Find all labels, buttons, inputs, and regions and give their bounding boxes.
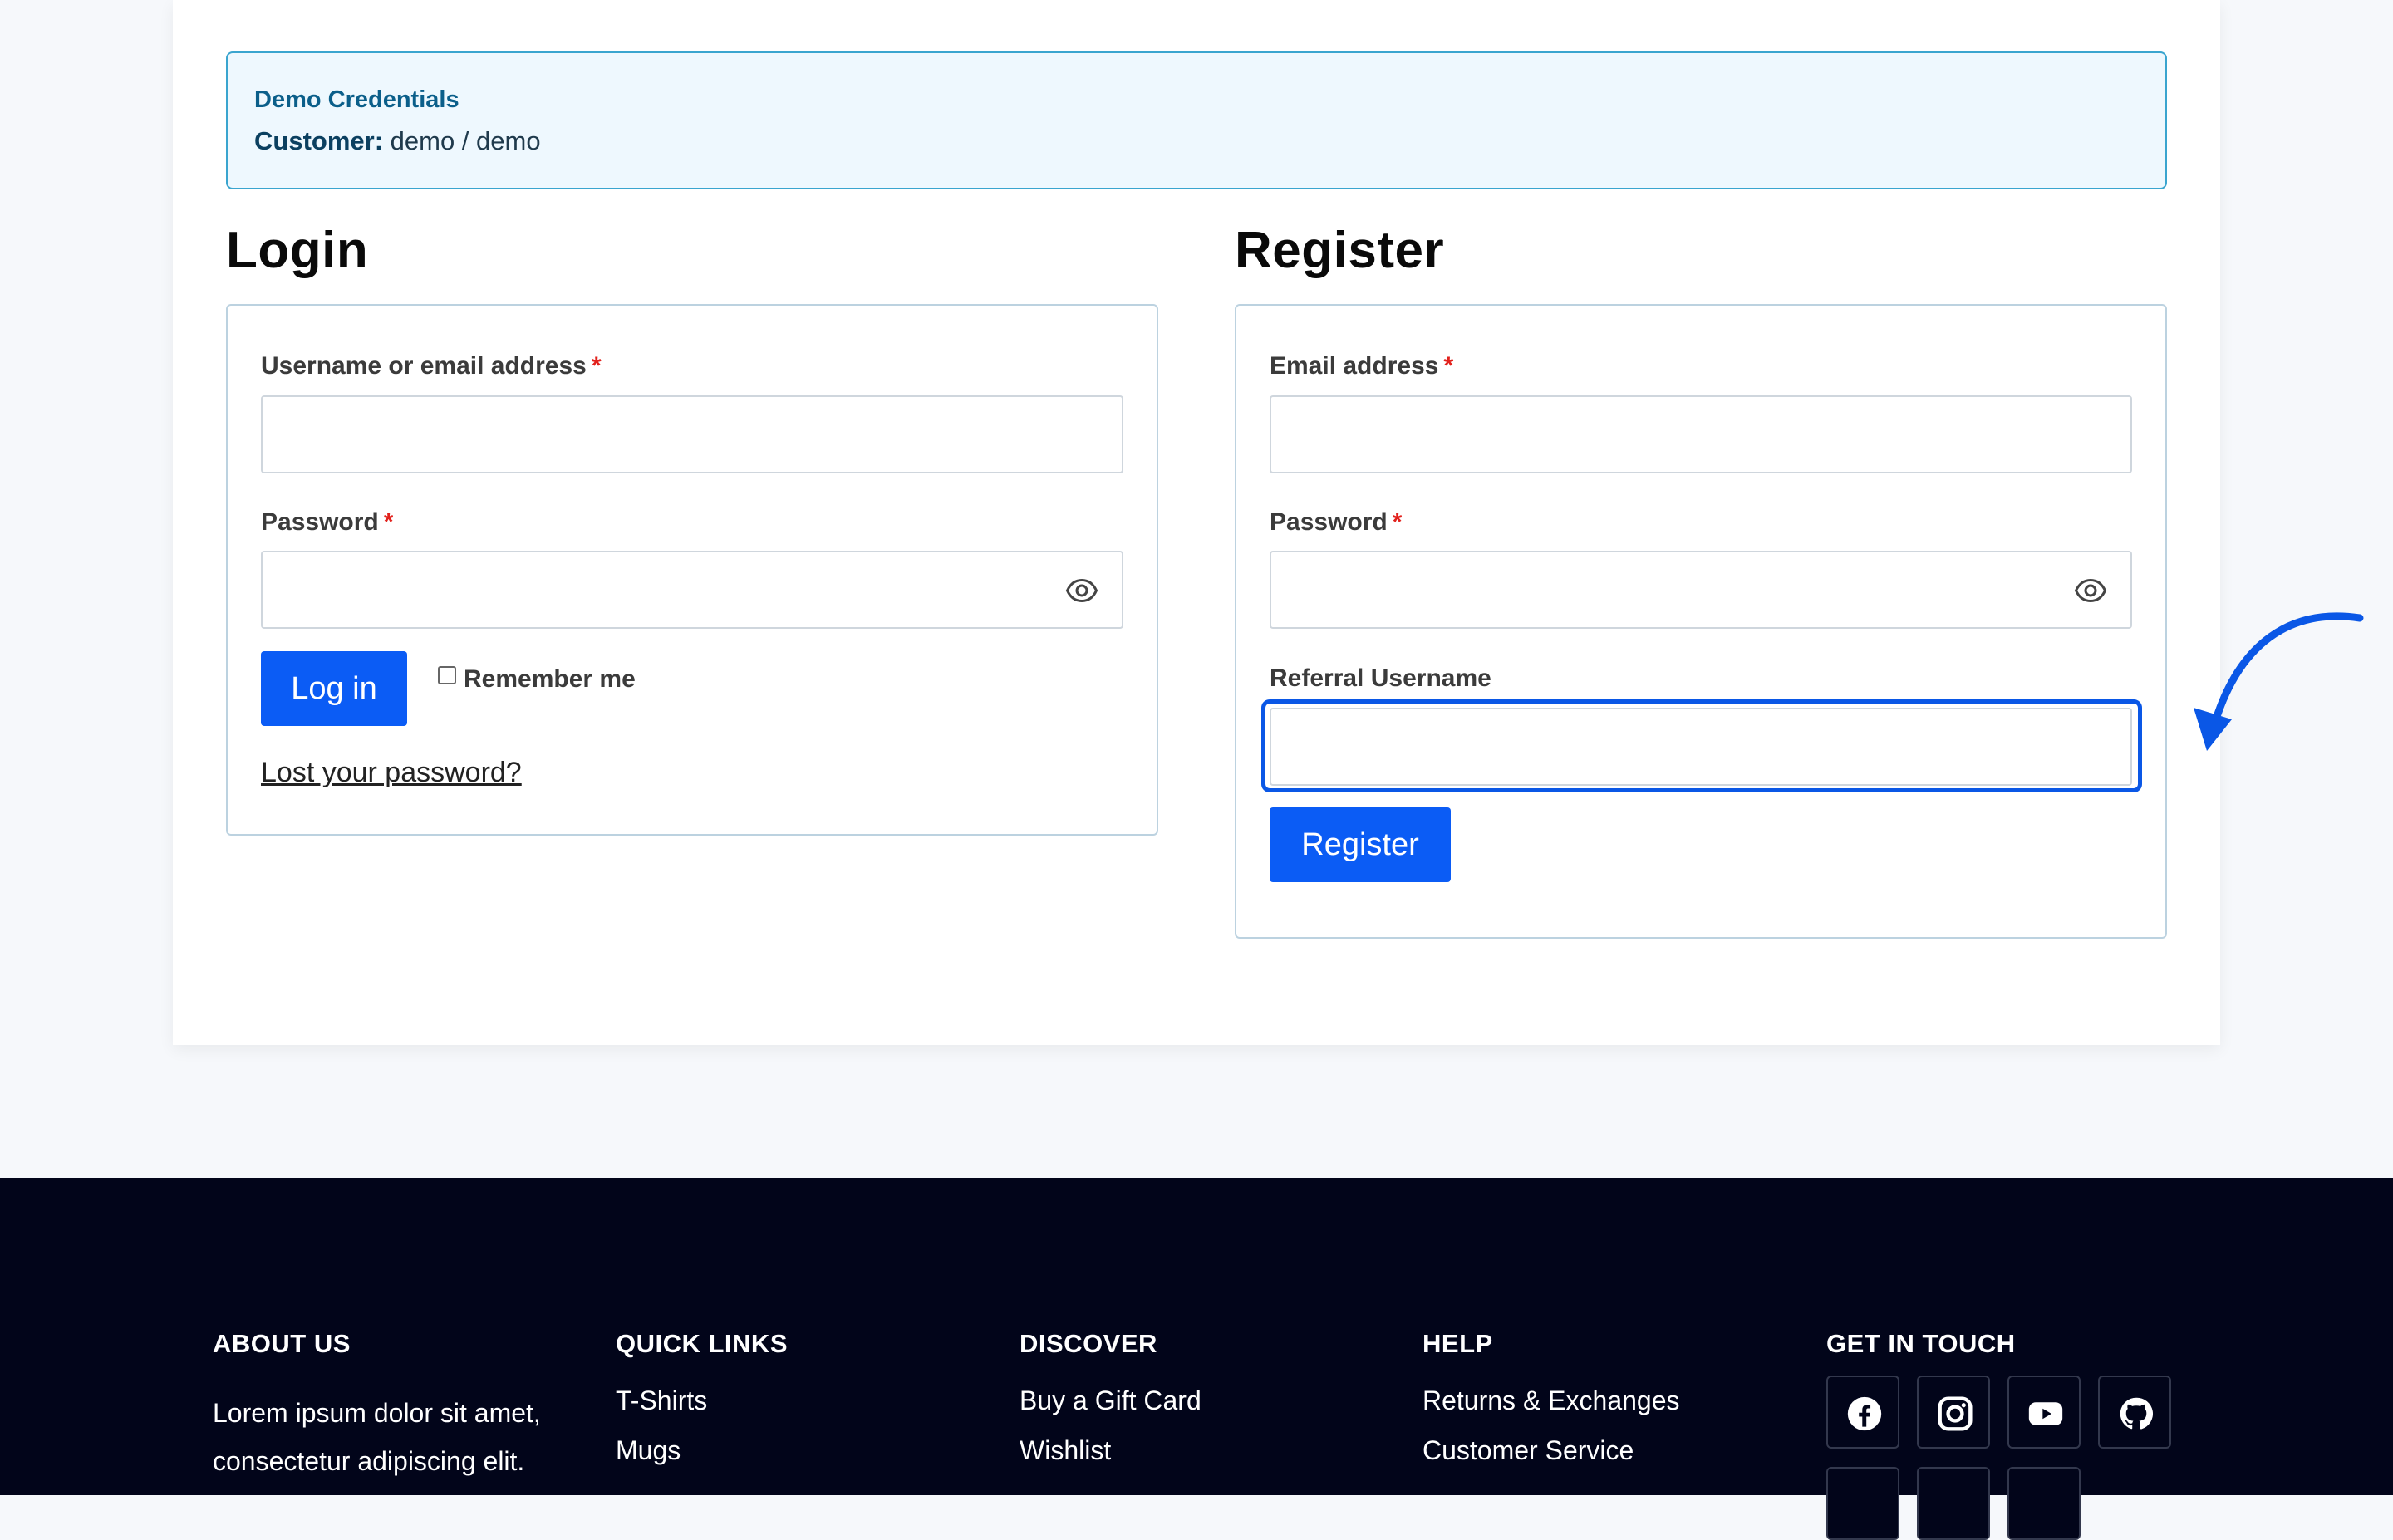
notice-title: Demo Credentials xyxy=(254,86,459,113)
referral-field-highlight xyxy=(1261,699,2142,792)
register-title: Register xyxy=(1235,222,1445,279)
email-label: Email address * xyxy=(1270,350,1453,383)
remember-me-label[interactable]: Remember me xyxy=(464,663,636,696)
github-icon[interactable] xyxy=(2098,1376,2171,1449)
footer-link-wishlist[interactable]: Wishlist xyxy=(1020,1432,1111,1469)
footer-contact-heading: GET IN TOUCH xyxy=(1826,1329,2016,1358)
notice-customer-label: Customer: xyxy=(254,126,384,155)
facebook-icon[interactable] xyxy=(1826,1376,1899,1449)
notice-customer-value: demo / demo xyxy=(390,126,541,155)
login-password-label-text: Password xyxy=(261,508,379,536)
notice-customer-line: Customer: demo / demo xyxy=(254,121,2139,161)
footer-link-t-shirts[interactable]: T-Shirts xyxy=(616,1382,707,1419)
footer-quick-links-heading: QUICK LINKS xyxy=(616,1329,788,1358)
footer-discover-heading: DISCOVER xyxy=(1020,1329,1157,1358)
show-password-icon[interactable] xyxy=(2074,574,2107,607)
required-mark: * xyxy=(1443,352,1454,380)
social-tile-partial[interactable] xyxy=(1917,1467,1990,1540)
social-tile-partial[interactable] xyxy=(1826,1467,1899,1540)
register-password-label-text: Password xyxy=(1270,508,1388,536)
footer-link-returns[interactable]: Returns & Exchanges xyxy=(1423,1382,1680,1419)
demo-credentials-notice: Demo Credentials Customer: demo / demo xyxy=(226,51,2167,189)
remember-me-checkbox[interactable] xyxy=(438,666,456,684)
footer-link-gift-card[interactable]: Buy a Gift Card xyxy=(1020,1382,1201,1419)
username-label-text: Username or email address xyxy=(261,352,587,380)
footer-about-line: consectetur adipiscing elit. xyxy=(213,1446,525,1476)
login-title: Login xyxy=(226,222,369,279)
login-password-label: Password * xyxy=(261,506,393,539)
show-password-icon[interactable] xyxy=(1065,574,1098,607)
register-password-label: Password * xyxy=(1270,506,1402,539)
footer-link-mugs[interactable]: Mugs xyxy=(616,1432,681,1469)
footer-about-text: Lorem ipsum dolor sit amet, consectetur … xyxy=(213,1389,541,1485)
register-button[interactable]: Register xyxy=(1270,807,1451,882)
footer-help-heading: HELP xyxy=(1423,1329,1493,1358)
required-mark: * xyxy=(1392,508,1403,536)
email-label-text: Email address xyxy=(1270,352,1439,380)
instagram-icon[interactable] xyxy=(1917,1376,1990,1449)
username-input[interactable] xyxy=(261,395,1123,473)
username-label: Username or email address * xyxy=(261,350,602,383)
footer-about-line: Lorem ipsum dolor sit amet, xyxy=(213,1398,541,1428)
lost-password-link[interactable]: Lost your password? xyxy=(261,754,522,791)
required-mark: * xyxy=(591,352,602,380)
youtube-icon[interactable] xyxy=(2007,1376,2081,1449)
login-password-input[interactable] xyxy=(261,551,1123,629)
social-tile-partial[interactable] xyxy=(2007,1467,2081,1540)
footer-about-heading: ABOUT US xyxy=(213,1329,351,1358)
referral-username-label: Referral Username xyxy=(1270,665,1491,692)
register-password-input[interactable] xyxy=(1270,551,2132,629)
annotation-arrow-icon xyxy=(2194,612,2364,751)
login-button[interactable]: Log in xyxy=(261,651,407,726)
email-input[interactable] xyxy=(1270,395,2132,473)
footer-link-customer-service[interactable]: Customer Service xyxy=(1423,1432,1634,1469)
required-mark: * xyxy=(383,508,394,536)
